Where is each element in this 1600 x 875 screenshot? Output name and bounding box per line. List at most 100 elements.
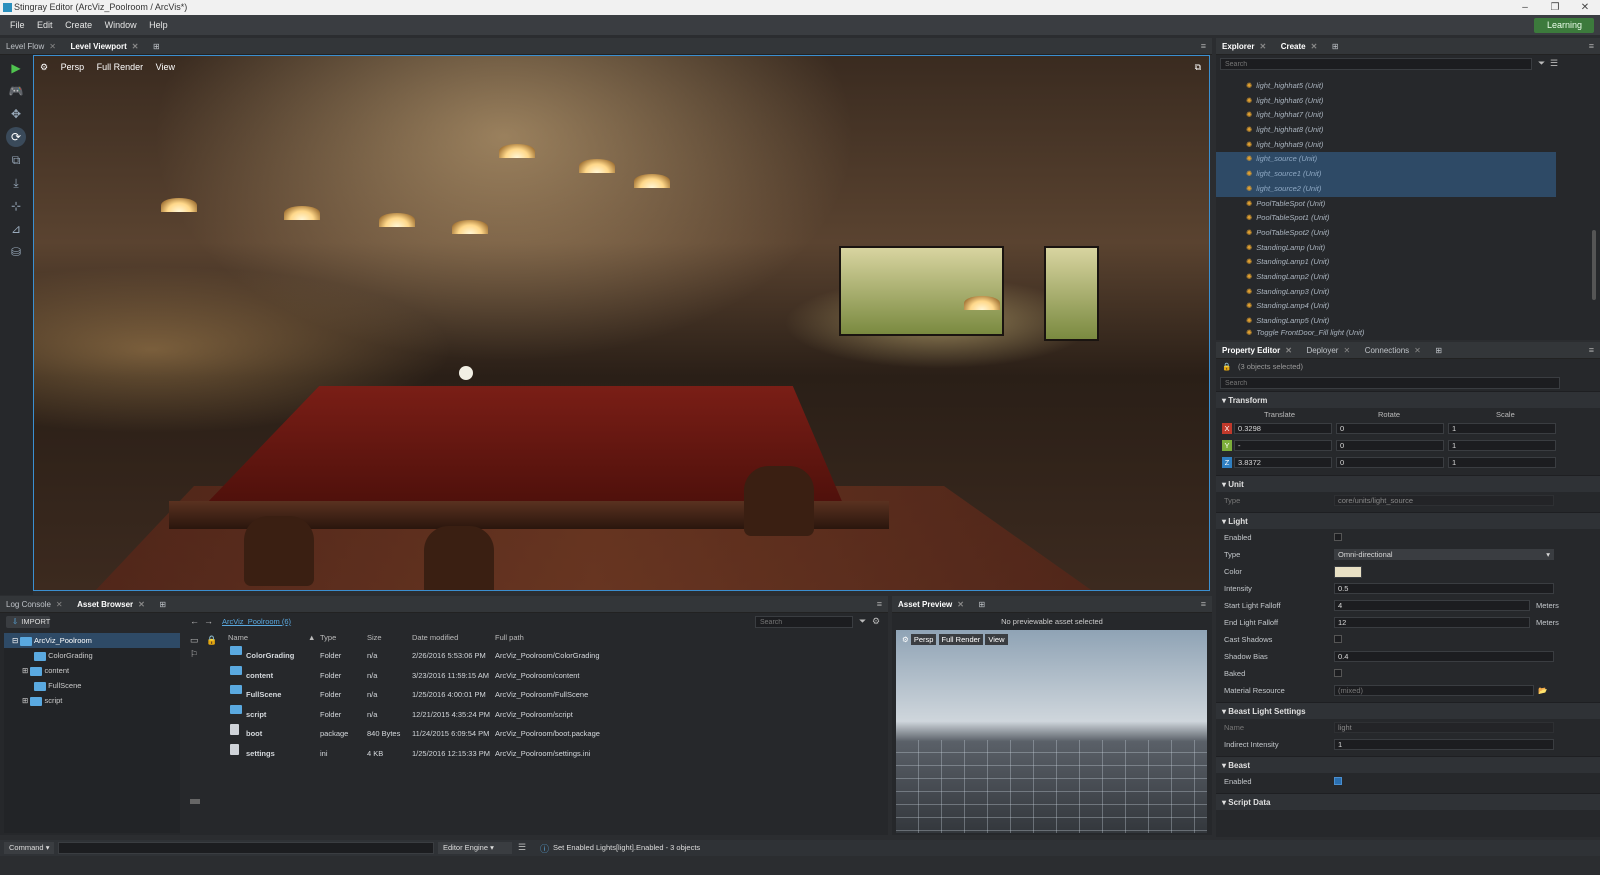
measure-icon[interactable]: ⊿	[6, 219, 26, 239]
tree-item[interactable]: ✺ PoolTableSpot2 (Unit)	[1216, 226, 1556, 241]
command-dropdown[interactable]: Command ▾	[4, 842, 54, 854]
close-button[interactable]: ✕	[1570, 0, 1600, 15]
tree-item[interactable]: ✺ StandingLamp1 (Unit)	[1216, 255, 1556, 270]
camera-mode-button[interactable]: Persp	[61, 62, 85, 72]
tree-item[interactable]: ✺ light_highhat9 (Unit)	[1216, 138, 1556, 153]
tab-level-flow[interactable]: Level Flow ✕	[0, 38, 62, 55]
start-falloff-field[interactable]: 4	[1334, 600, 1530, 611]
move-icon[interactable]: ✥	[6, 104, 26, 124]
rotate-field[interactable]: 0	[1336, 457, 1444, 468]
section-script-data[interactable]: ▾ Script Data	[1216, 793, 1600, 810]
tree-item[interactable]: ✺ light_highhat6 (Unit)	[1216, 94, 1556, 109]
minimize-button[interactable]: –	[1510, 0, 1540, 15]
color-swatch[interactable]	[1334, 566, 1362, 578]
snap-icon[interactable]: ⤓	[6, 173, 26, 193]
transform-icon[interactable]: ⊹	[6, 196, 26, 216]
indirect-field[interactable]: 1	[1334, 739, 1554, 750]
maximize-icon[interactable]: ⧉	[1195, 62, 1201, 73]
light-type-select[interactable]: Omni-directional ▾	[1334, 549, 1554, 560]
command-input[interactable]	[58, 842, 434, 854]
panel-menu-icon[interactable]: ≡	[1589, 38, 1594, 55]
forward-arrow-icon[interactable]: →	[204, 616, 213, 626]
column-size[interactable]: Size	[367, 633, 382, 642]
scale-field[interactable]: 1	[1448, 440, 1556, 451]
panel-menu-icon[interactable]: ≡	[1201, 38, 1206, 55]
rotate-field[interactable]: 0	[1336, 440, 1444, 451]
render-mode-button[interactable]: Full Render	[97, 62, 144, 72]
tree-root[interactable]: ⊟ ArcViz_Poolroom	[4, 633, 180, 648]
panel-menu-icon[interactable]: ≡	[877, 596, 882, 613]
folder-view-icon[interactable]: ▭	[190, 635, 199, 646]
column-name[interactable]: Name	[228, 633, 248, 642]
close-icon[interactable]: ✕	[1259, 42, 1266, 51]
tree-item[interactable]: ✺ light_highhat7 (Unit)	[1216, 108, 1556, 123]
tree-item[interactable]: ✺ light_source2 (Unit)	[1216, 181, 1556, 197]
tree-item[interactable]: ✺ StandingLamp5 (Unit)	[1216, 314, 1556, 329]
camera-mode-button[interactable]: Persp	[910, 634, 937, 645]
beast-enabled-checkbox[interactable]	[1334, 777, 1342, 785]
rotate-field[interactable]: 0	[1336, 423, 1444, 434]
tree-item[interactable]: ✺ light_source (Unit)	[1216, 152, 1556, 168]
column-type[interactable]: Type	[320, 633, 336, 642]
tree-item[interactable]: ✺ StandingLamp3 (Unit)	[1216, 285, 1556, 300]
light-enabled-checkbox[interactable]	[1334, 533, 1342, 541]
menu-create[interactable]: Create	[65, 20, 92, 30]
tab-create[interactable]: Create ✕	[1275, 38, 1324, 55]
menu-file[interactable]: File	[10, 20, 25, 30]
tab-log-console[interactable]: Log Console ✕	[0, 596, 69, 613]
sort-icon[interactable]: ☰	[1550, 58, 1558, 69]
tree-item[interactable]: ColorGrading	[4, 648, 180, 663]
menu-edit[interactable]: Edit	[37, 20, 53, 30]
add-tab-icon[interactable]: ⊞	[1429, 342, 1448, 359]
close-icon[interactable]: ✕	[1311, 42, 1318, 51]
close-icon[interactable]: ✕	[1414, 346, 1421, 355]
gear-icon[interactable]: ⚙	[902, 635, 909, 644]
close-icon[interactable]: ✕	[957, 600, 964, 609]
close-icon[interactable]: ✕	[56, 600, 63, 609]
filter-icon[interactable]: ⏷	[1538, 58, 1545, 69]
gear-icon[interactable]: ⚙	[40, 62, 48, 72]
explorer-scrollbar[interactable]	[1592, 230, 1596, 300]
learning-button[interactable]: Learning	[1534, 18, 1594, 33]
lock-icon[interactable]: 🔒	[1222, 359, 1231, 375]
cache-icon[interactable]: ⚐	[190, 649, 198, 660]
table-row[interactable]: settings ini 4 KB 1/25/2016 12:15:33 PM ArcV…	[222, 743, 882, 764]
tree-item[interactable]: FullScene	[4, 678, 180, 693]
tree-item[interactable]: ⊞ script	[4, 693, 180, 708]
section-transform[interactable]: ▾ Transform	[1216, 391, 1600, 408]
tree-item[interactable]: ✺ light_highhat8 (Unit)	[1216, 123, 1556, 138]
level-viewport[interactable]: ⚙ Persp Full Render View ⧉	[33, 55, 1210, 591]
close-icon[interactable]: ✕	[1343, 346, 1350, 355]
tab-level-viewport[interactable]: Level Viewport ✕	[64, 38, 144, 55]
log-list-icon[interactable]: ☰	[518, 842, 526, 853]
gear-icon[interactable]: ⚙	[872, 616, 880, 627]
asset-search-input[interactable]	[755, 616, 853, 628]
close-icon[interactable]: ✕	[138, 600, 145, 609]
table-row[interactable]: ColorGrading Folder n/a 2/26/2016 5:53:06 P…	[222, 646, 882, 666]
filter-icon[interactable]: ⏷	[859, 616, 866, 627]
panel-menu-icon[interactable]: ≡	[1589, 342, 1594, 359]
tab-deployer[interactable]: Deployer ✕	[1300, 342, 1356, 359]
add-tab-icon[interactable]: ⊞	[972, 596, 991, 613]
render-mode-button[interactable]: Full Render	[938, 634, 984, 645]
folder-browse-icon[interactable]: 📂	[1538, 682, 1547, 699]
translate-field[interactable]: -	[1234, 440, 1332, 451]
tree-item[interactable]: ⊞ content	[4, 663, 180, 678]
tree-item[interactable]: ✺ StandingLamp (Unit)	[1216, 241, 1556, 256]
tab-connections[interactable]: Connections ✕	[1359, 342, 1427, 359]
tab-property-editor[interactable]: Property Editor ✕	[1216, 342, 1298, 359]
add-tab-icon[interactable]: ⊞	[153, 596, 172, 613]
lock-icon[interactable]: 🔒	[206, 635, 217, 646]
close-icon[interactable]: ✕	[49, 42, 56, 51]
menu-help[interactable]: Help	[149, 20, 168, 30]
section-unit[interactable]: ▾ Unit	[1216, 475, 1600, 492]
tab-asset-preview[interactable]: Asset Preview ✕	[892, 596, 970, 613]
tab-asset-browser[interactable]: Asset Browser ✕	[71, 596, 151, 613]
tree-item[interactable]: ✺ Toggle FrontDoor_Fill light (Unit)	[1216, 329, 1556, 337]
table-row[interactable]: script Folder n/a 12/21/2015 4:35:24 PM ArcV…	[222, 704, 882, 725]
shadow-bias-field[interactable]: 0.4	[1334, 651, 1554, 662]
breadcrumb-path[interactable]: ArcViz_Poolroom (6)	[222, 617, 291, 626]
gamepad-icon[interactable]: 🎮	[6, 81, 26, 101]
section-beast-light[interactable]: ▾ Beast Light Settings	[1216, 702, 1600, 719]
column-date[interactable]: Date modified	[412, 633, 458, 642]
